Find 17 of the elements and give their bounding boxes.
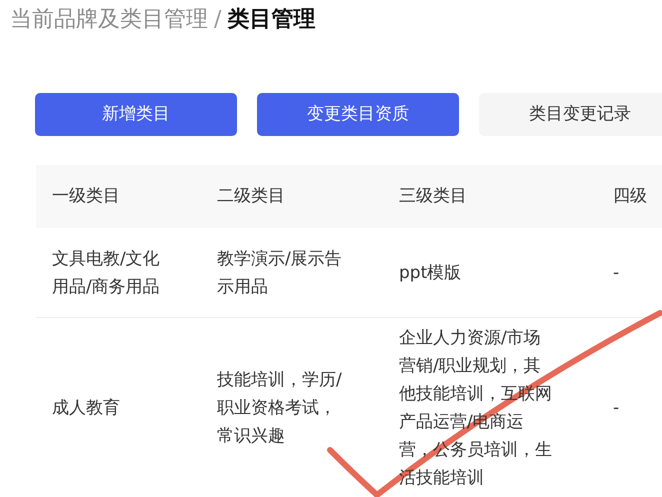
breadcrumb-separator: / bbox=[214, 8, 222, 30]
page-title: 类目管理 bbox=[227, 8, 316, 30]
column-header: 二级类目 bbox=[217, 186, 285, 206]
table-cell-text: 成人教育 bbox=[52, 397, 120, 420]
breadcrumb-link[interactable]: 当前品牌及类目管理 bbox=[10, 8, 208, 30]
table-cell-text: 教学演示/展示告 示用品 bbox=[217, 248, 342, 298]
column-header: 四级 bbox=[613, 186, 647, 206]
action-button[interactable]: 类目变更记录 bbox=[479, 93, 662, 136]
column-header: 三级类目 bbox=[399, 186, 467, 206]
table-cell-text: 文具电教/文化 用品/商务用品 bbox=[52, 248, 160, 298]
action-button[interactable]: 变更类目资质 bbox=[257, 93, 459, 136]
action-button[interactable]: 新增类目 bbox=[35, 93, 237, 136]
table-cell-text: - bbox=[613, 262, 620, 284]
table-cell-text: - bbox=[613, 397, 620, 420]
table-cell-text: 技能培训，学历/ 职业资格考试， 常识兴趣 bbox=[217, 369, 342, 448]
table-cell-text: ppt模版 bbox=[399, 262, 462, 284]
column-header: 一级类目 bbox=[52, 186, 120, 206]
